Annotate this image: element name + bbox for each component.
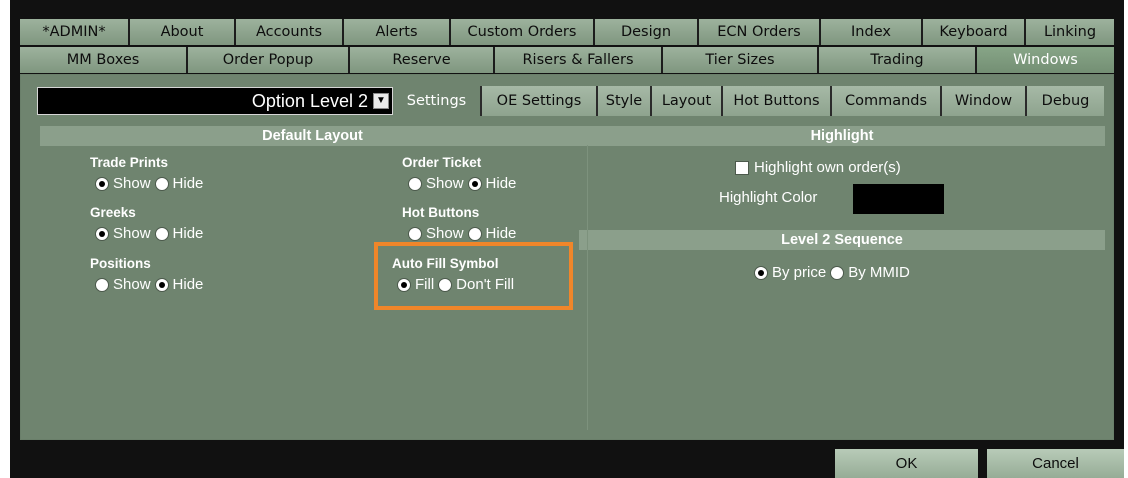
subtab-hot-buttons[interactable]: Hot Buttons: [723, 86, 832, 116]
tab-about[interactable]: About: [130, 19, 236, 45]
tab-design[interactable]: Design: [595, 19, 699, 45]
radio-icon[interactable]: [154, 176, 169, 191]
trade-prints-hide-option[interactable]: Hide: [154, 175, 204, 192]
tab-mm-boxes[interactable]: MM Boxes: [20, 47, 188, 73]
hot-buttons-radios: Show Hide: [408, 225, 520, 242]
tab-alerts[interactable]: Alerts: [344, 19, 451, 45]
order-ticket-show-option[interactable]: Show: [408, 175, 464, 192]
trade-prints-show-option[interactable]: Show: [95, 175, 151, 192]
order-ticket-radios: Show Hide: [408, 175, 520, 192]
trade-prints-hide-label: Hide: [172, 175, 204, 192]
radio-icon[interactable]: [95, 277, 109, 292]
radio-icon[interactable]: [467, 226, 482, 241]
tab-tier-sizes[interactable]: Tier Sizes: [663, 47, 819, 73]
highlight-color-swatch[interactable]: [853, 184, 944, 214]
tab-index[interactable]: Index: [821, 19, 923, 45]
trade-prints-show-label: Show: [113, 175, 151, 192]
radio-icon[interactable]: [408, 176, 422, 191]
tab-windows[interactable]: Windows: [977, 47, 1114, 73]
tab-admin[interactable]: *ADMIN*: [20, 19, 130, 45]
dropdown-arrow-icon[interactable]: ▼: [373, 93, 389, 109]
tab-reserve[interactable]: Reserve: [350, 47, 495, 73]
subtab-commands[interactable]: Commands: [832, 86, 942, 116]
positions-show-option[interactable]: Show: [95, 276, 151, 293]
hot-buttons-hide-label: Hide: [485, 225, 517, 242]
positions-hide-label: Hide: [172, 276, 204, 293]
highlight-header: Highlight: [579, 126, 1105, 146]
positions-radios: Show Hide: [95, 276, 207, 293]
positions-label: Positions: [90, 256, 151, 271]
trade-prints-label: Trade Prints: [90, 155, 169, 170]
tab-trading[interactable]: Trading: [819, 47, 977, 73]
tab-row-secondary: MM Boxes Order Popup Reserve Risers & Fa…: [20, 47, 1114, 73]
tab-keyboard[interactable]: Keyboard: [923, 19, 1026, 45]
highlight-own-orders-row: Highlight own order(s): [735, 159, 901, 176]
subtab-style[interactable]: Style: [598, 86, 652, 116]
greeks-show-label: Show: [113, 225, 151, 242]
by-price-option[interactable]: By price: [754, 264, 826, 281]
greeks-radios: Show Hide: [95, 225, 207, 242]
order-ticket-label: Order Ticket: [402, 155, 482, 170]
radio-selected-icon[interactable]: [467, 176, 482, 191]
annotation-highlight-box: [374, 242, 573, 310]
by-mmid-label: By MMID: [848, 264, 910, 281]
subtab-settings[interactable]: Settings: [393, 86, 482, 116]
subtab-debug[interactable]: Debug: [1027, 86, 1104, 116]
default-layout-header: Default Layout: [40, 126, 585, 146]
tab-linking[interactable]: Linking: [1026, 19, 1114, 45]
highlight-own-orders-checkbox[interactable]: [735, 160, 749, 175]
hot-buttons-label: Hot Buttons: [402, 205, 480, 220]
order-ticket-show-label: Show: [426, 175, 464, 192]
tab-risers-fallers[interactable]: Risers & Fallers: [495, 47, 663, 73]
greeks-hide-option[interactable]: Hide: [154, 225, 204, 242]
radio-icon[interactable]: [154, 226, 169, 241]
greeks-hide-label: Hide: [172, 225, 204, 242]
radio-selected-icon[interactable]: [95, 176, 109, 191]
hot-buttons-show-option[interactable]: Show: [408, 225, 464, 242]
trade-prints-radios: Show Hide: [95, 175, 207, 192]
level2-sequence-radios: By price By MMID: [754, 264, 914, 281]
order-ticket-hide-option[interactable]: Hide: [467, 175, 517, 192]
tab-custom-orders[interactable]: Custom Orders: [451, 19, 595, 45]
tab-order-popup[interactable]: Order Popup: [188, 47, 350, 73]
tab-ecn-orders[interactable]: ECN Orders: [699, 19, 821, 45]
positions-hide-option[interactable]: Hide: [154, 276, 204, 293]
hot-buttons-hide-option[interactable]: Hide: [467, 225, 517, 242]
column-divider: [587, 145, 588, 430]
by-mmid-option[interactable]: By MMID: [830, 264, 910, 281]
highlight-own-orders-label: Highlight own order(s): [754, 159, 901, 176]
ok-button[interactable]: OK: [835, 449, 978, 478]
cancel-button[interactable]: Cancel: [987, 449, 1124, 478]
greeks-label: Greeks: [90, 205, 136, 220]
subtab-oe-settings[interactable]: OE Settings: [482, 86, 598, 116]
radio-selected-icon[interactable]: [95, 226, 109, 241]
tab-row-primary: *ADMIN* About Accounts Alerts Custom Ord…: [20, 19, 1114, 45]
order-ticket-hide-label: Hide: [485, 175, 517, 192]
tab-accounts[interactable]: Accounts: [236, 19, 344, 45]
by-price-label: By price: [772, 264, 827, 281]
radio-selected-icon[interactable]: [754, 265, 768, 280]
window-settings-tabs: Settings OE Settings Style Layout Hot Bu…: [393, 86, 1104, 116]
settings-window: *ADMIN* About Accounts Alerts Custom Ord…: [10, 0, 1124, 478]
positions-show-label: Show: [113, 276, 151, 293]
greeks-show-option[interactable]: Show: [95, 225, 151, 242]
radio-selected-icon[interactable]: [154, 277, 169, 292]
window-type-select[interactable]: Option Level 2 ▼: [37, 87, 393, 115]
radio-icon[interactable]: [408, 226, 422, 241]
hot-buttons-show-label: Show: [426, 225, 464, 242]
highlight-color-label: Highlight Color: [719, 189, 818, 206]
level2-sequence-header: Level 2 Sequence: [579, 230, 1105, 250]
radio-icon[interactable]: [830, 265, 845, 280]
subtab-layout[interactable]: Layout: [652, 86, 723, 116]
subtab-window[interactable]: Window: [942, 86, 1027, 116]
window-type-value: Option Level 2: [251, 91, 368, 111]
